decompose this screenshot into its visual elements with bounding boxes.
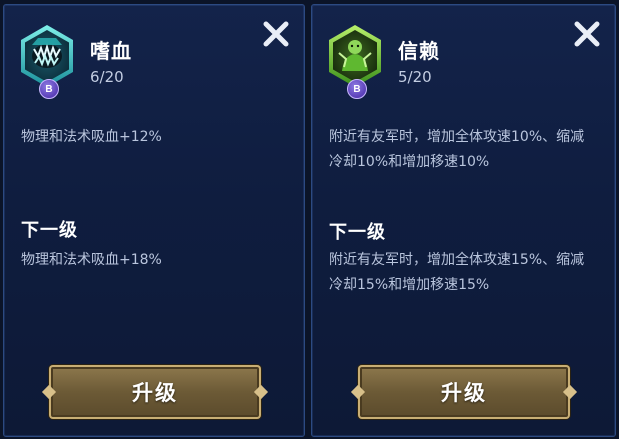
upgrade-label: 升级	[441, 381, 487, 405]
upgrade-label: 升级	[132, 381, 178, 405]
talent-icon-frame: B	[18, 23, 76, 101]
talent-name: 嗜血	[90, 39, 132, 63]
talent-card-bloodthirst: B 嗜血 6/20 物理和法术吸血+12% 下一级 物理和法术吸血+18% 升级	[3, 4, 305, 437]
talent-level: 6/20	[90, 68, 124, 86]
rank-badge: B	[39, 79, 59, 99]
talent-card-trust: B 信赖 5/20 附近有友军时，增加全体攻速10%、缩减冷却10%和增加移速1…	[311, 4, 616, 437]
next-level-title: 下一级	[21, 220, 78, 241]
talent-name: 信赖	[398, 39, 440, 63]
rank-badge: B	[347, 79, 367, 99]
close-icon	[263, 21, 289, 47]
upgrade-button[interactable]: 升级	[49, 365, 261, 419]
close-button[interactable]	[572, 19, 602, 49]
current-effect: 附近有友军时，增加全体攻速10%、缩减冷却10%和增加移速10%	[329, 129, 585, 170]
current-effect: 物理和法术吸血+12%	[21, 129, 162, 145]
next-level-effect: 附近有友军时，增加全体攻速15%、缩减冷却15%和增加移速15%	[329, 252, 585, 293]
upgrade-button[interactable]: 升级	[358, 365, 570, 419]
next-level-effect: 物理和法术吸血+18%	[21, 252, 162, 268]
close-button[interactable]	[261, 19, 291, 49]
talent-level: 5/20	[398, 68, 432, 86]
next-level-title: 下一级	[329, 222, 386, 243]
talent-icon-frame: B	[326, 23, 384, 101]
close-icon	[574, 21, 600, 47]
